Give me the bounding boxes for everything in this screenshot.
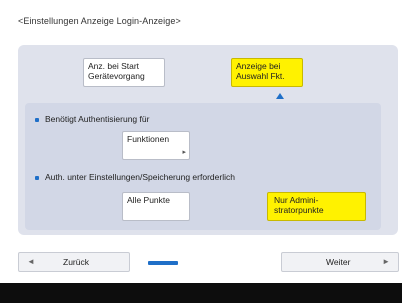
function-display-button[interactable]: Anzeige bei Auswahl Fkt. <box>231 58 303 87</box>
back-button-label: Zurück <box>63 257 89 267</box>
next-button-label: Weiter <box>326 257 351 267</box>
all-items-button[interactable]: Alle Punkte <box>122 192 190 221</box>
bullet-icon <box>35 176 39 180</box>
left-triangle-icon: ◄ <box>27 257 35 266</box>
right-triangle-icon: ► <box>382 257 390 266</box>
next-button[interactable]: Weiter ► <box>281 252 399 272</box>
submenu-arrow-icon: ▸ <box>182 149 186 156</box>
start-display-button[interactable]: Anz. bei Start Gerätevorgang <box>83 58 165 87</box>
functions-button[interactable]: Funktionen ▸ <box>122 131 190 160</box>
back-button[interactable]: ◄ Zurück <box>18 252 130 272</box>
admin-items-button[interactable]: Nur Admini-stratorpunkte <box>267 192 366 221</box>
settings-auth-label: Auth. unter Einstellungen/Speicherung er… <box>45 172 235 182</box>
page-title: <Einstellungen Anzeige Login-Anzeige> <box>18 16 181 26</box>
functions-button-label: Funktionen <box>127 134 170 144</box>
bottom-bar <box>0 283 402 303</box>
auth-required-label: Benötigt Authentisierung für <box>45 114 150 124</box>
bullet-icon <box>35 118 39 122</box>
progress-bar <box>148 261 178 265</box>
selection-indicator-icon <box>276 93 284 99</box>
